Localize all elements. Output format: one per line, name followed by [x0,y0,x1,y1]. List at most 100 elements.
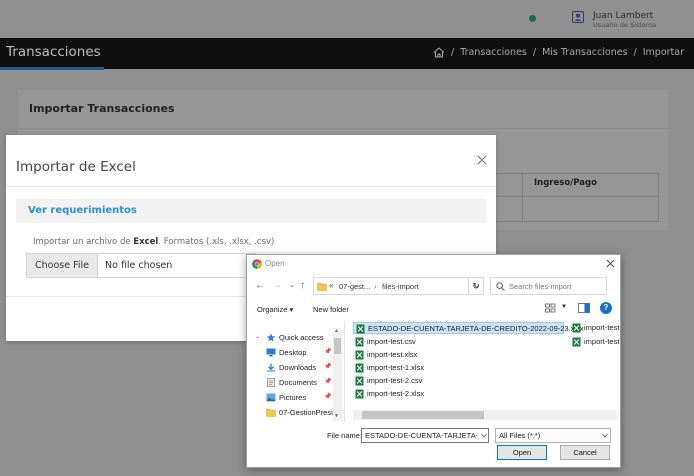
breadcrumb-separator: / [532,47,537,58]
recent-locations-icon[interactable]: ⌄ [289,281,295,291]
user-card-icon[interactable] [572,11,584,23]
scroll-up-icon[interactable]: ▲ [334,328,339,334]
excel-file-icon [355,337,364,347]
view-options-chevron-icon[interactable]: ▼ [561,304,567,310]
file-name: import-test-2.xlsx [367,389,425,398]
home-icon[interactable] [433,47,445,58]
modal-divider [6,186,496,187]
file-name: import-test [584,323,620,332]
choose-file-button[interactable]: Choose File [27,254,98,277]
breadcrumb-item-importar: Importar [642,47,684,58]
import-hint-text: Importar un archivo de Excel. Formatos (… [33,237,274,247]
file-item[interactable]: import-test-2.csv [353,375,503,387]
file-item[interactable]: import-test.xlsx [353,349,503,361]
dialog-titlebar[interactable]: Open [247,255,620,274]
online-status-dot [529,15,536,22]
nav-item-documents[interactable]: Documents 📌 [247,376,344,390]
chevron-down-icon[interactable] [481,433,487,438]
file-name: import-test.csv [367,337,416,346]
desktop-icon [266,348,276,357]
file-list: ESTADO-DE-CUENTA-TARJETA-DE-CREDITO-2022… [350,322,621,422]
file-type-select[interactable]: All Files (*.*) [495,428,611,443]
navigation-pane: ⌄ Quick access Desktop 📌 Downloads 📌 Doc… [247,322,345,422]
back-arrow-icon[interactable]: ← [255,281,265,291]
organize-menu[interactable]: Organize ▾ [257,305,293,314]
file-name-label: File name: [327,431,363,440]
file-item[interactable]: import-test [570,336,621,348]
chevron-down-icon[interactable] [602,433,608,438]
card-title: Importar Transacciones [29,102,175,115]
view-requirements-link[interactable]: Ver requerimientos [28,205,137,216]
chrome-icon [252,259,262,269]
up-arrow-icon[interactable]: ↑ [300,281,305,291]
file-name: import-test-1.xlsx [367,363,425,372]
breadcrumb-separator: / [633,47,637,58]
dialog-title: Open [265,259,285,268]
pin-icon: 📌 [324,379,332,385]
file-input[interactable]: Choose File No file chosen [26,253,256,278]
chevron-down-icon[interactable]: ⌄ [255,333,260,340]
file-name: import-test [584,337,620,346]
nav-item-label: Quick access [279,333,324,342]
scroll-down-icon[interactable]: ▼ [334,413,339,419]
file-chosen-status: No file chosen [105,260,173,271]
star-icon [266,333,276,342]
file-item[interactable]: import-test [570,322,621,334]
pin-icon: 📌 [324,349,332,355]
folder-icon [266,408,276,417]
nav-item-07-gestionpresu[interactable]: 07-GestionPresu [247,406,344,420]
new-folder-button[interactable]: New folder [313,305,349,314]
nav-item-desktop[interactable]: Desktop 📌 [247,346,344,360]
address-segment-files-import[interactable]: files-import [382,282,419,291]
open-file-dialog: Open ← → ⌄ ↑ « 07-gest... › files-import… [246,254,621,468]
user-name[interactable]: Juan Lambert [593,11,653,21]
breadcrumb-item-mis-transacciones[interactable]: Mis Transacciones [542,47,627,58]
table-column-separator [522,173,523,222]
address-bar[interactable]: « 07-gest... › files-import [313,277,484,295]
address-segment-07-gest[interactable]: 07-gest... [339,282,370,291]
excel-file-icon [355,376,364,386]
cancel-button[interactable]: Cancel [560,445,610,460]
nav-item-quick-access[interactable]: ⌄ Quick access [247,331,344,345]
close-icon[interactable] [476,154,488,166]
excel-file-icon [355,363,364,373]
file-item[interactable]: import-test-2.xlsx [353,388,503,400]
hint-prefix: Importar un archivo de [33,237,134,247]
search-input[interactable]: Search files-import [490,277,607,295]
file-name: import-test.xlsx [367,350,418,359]
open-button[interactable]: Open [497,445,547,460]
breadcrumb-item-transacciones[interactable]: Transacciones [460,47,527,58]
excel-file-icon [355,389,364,399]
file-name: import-test-2.csv [367,376,423,385]
scrollbar-thumb[interactable] [334,338,341,354]
file-name-field[interactable]: ESTADO-DE-CUENTA-TARJETA-DE [361,428,489,443]
file-item[interactable]: import-test-1.xlsx [353,362,503,374]
folder-icon [317,282,327,291]
file-item[interactable]: import-test.csv [353,336,503,348]
nav-item-downloads[interactable]: Downloads 📌 [247,361,344,375]
nav-item-pictures[interactable]: Pictures 📌 [247,391,344,405]
top-bar [0,0,694,38]
excel-file-icon [572,337,581,347]
help-icon[interactable]: ? [600,302,612,314]
user-role: Usuario de Sistema [593,21,657,29]
download-icon [267,363,275,372]
excel-file-icon [356,324,365,334]
refresh-icon[interactable]: ↻ [468,277,484,295]
file-name: ESTADO-DE-CUENTA-TARJETA-DE-CREDITO-2022… [368,324,584,333]
card-divider [18,128,668,129]
hint-bold: Excel [133,237,159,247]
preview-pane-icon[interactable] [578,303,590,313]
address-overflow-indicator[interactable]: « [329,281,333,290]
page-title: Transacciones [6,44,101,60]
column-header-ingreso-pago: Ingreso/Pago [534,178,597,188]
forward-arrow-icon[interactable]: → [272,281,282,291]
change-view-icon[interactable] [545,303,557,313]
pin-icon: 📌 [324,364,332,370]
file-name-value: ESTADO-DE-CUENTA-TARJETA-DE [365,431,477,440]
requirements-panel: Ver requerimientos [16,199,486,223]
scrollbar-thumb[interactable] [362,411,484,419]
file-item-selected[interactable]: ESTADO-DE-CUENTA-TARJETA-DE-CREDITO-2022… [353,322,584,334]
close-icon[interactable] [606,259,615,268]
pictures-icon [266,393,276,402]
